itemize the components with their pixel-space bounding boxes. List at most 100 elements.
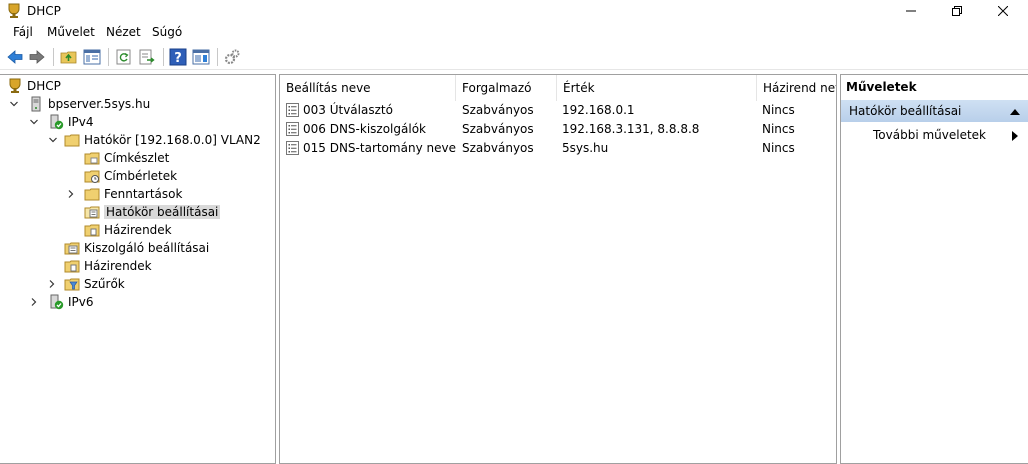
column-header-option-name[interactable]: Beállítás neve: [280, 75, 456, 101]
tree-node-policies[interactable]: Házirendek: [64, 257, 152, 275]
cell-policy: Nincs: [762, 141, 795, 155]
menu-help[interactable]: Súgó: [152, 25, 182, 39]
option-icon: [286, 141, 299, 155]
actions-section-scope-options[interactable]: Hatókör beállításai: [841, 100, 1028, 122]
folder-icon: [64, 134, 80, 147]
dhcp-app-icon: [8, 3, 20, 18]
folder-icon: [84, 188, 100, 201]
minimize-button[interactable]: [888, 0, 934, 22]
tree-node-dhcp[interactable]: DHCP: [7, 77, 61, 95]
tree-node-ipv4[interactable]: IPv4: [28, 113, 94, 131]
chevron-right-icon[interactable]: [28, 296, 40, 308]
options-list: Beállítás neve Forgalmazó Érték Házirend…: [279, 74, 837, 464]
cell-option-name: 003 Útválasztó: [303, 103, 393, 117]
actions-section-label: Hatókör beállításai: [849, 104, 962, 118]
export-list-icon[interactable]: [138, 48, 156, 66]
column-header-vendor[interactable]: Forgalmazó: [456, 75, 557, 101]
title-bar: DHCP: [0, 0, 1028, 22]
menu-view[interactable]: Nézet: [106, 25, 141, 39]
policies-icon: [64, 260, 80, 273]
address-pool-folder-icon: [84, 152, 100, 165]
tree-node-filters[interactable]: Szűrők: [46, 275, 125, 293]
actions-pane: Műveletek Hatókör beállításai További mű…: [840, 74, 1028, 464]
cell-policy: Nincs: [762, 122, 795, 136]
collapse-up-icon[interactable]: [1010, 108, 1020, 115]
chevron-down-icon[interactable]: [8, 98, 20, 110]
address-leases-clock-icon: [84, 170, 100, 183]
tree-node-address-pool[interactable]: Címkészlet: [84, 149, 169, 167]
up-folder-icon[interactable]: [60, 48, 78, 66]
tree-node-scope-policies[interactable]: Házirendek: [84, 221, 172, 239]
close-button[interactable]: [980, 0, 1026, 22]
cell-value: 5sys.hu: [562, 141, 609, 155]
tree-label: IPv4: [68, 115, 94, 129]
cell-policy: Nincs: [762, 103, 795, 117]
column-header-policy-name[interactable]: Házirend neve: [757, 75, 836, 101]
server-icon: [31, 96, 41, 112]
svg-text:?: ?: [174, 51, 182, 66]
chevron-right-icon[interactable]: [65, 188, 77, 200]
tree-label: Házirendek: [84, 259, 152, 273]
cell-vendor: Szabványos: [462, 141, 534, 155]
policies-icon: [84, 224, 100, 237]
forward-arrow-icon[interactable]: [28, 48, 46, 66]
tree-label: Házirendek: [104, 223, 172, 237]
console-tree: DHCP bpserver.5sys.hu IPv4 Hatókör [192.…: [0, 74, 276, 464]
tree-node-reservations[interactable]: Fenntartások: [65, 185, 182, 203]
minimize-icon: [906, 10, 916, 12]
show-hide-console-tree-icon[interactable]: [83, 48, 101, 66]
tree-node-server[interactable]: bpserver.5sys.hu: [8, 95, 150, 113]
cell-value: 192.168.3.131, 8.8.8.8: [562, 122, 700, 136]
more-actions-item[interactable]: További műveletek: [873, 128, 986, 142]
cell-vendor: Szabványos: [462, 122, 534, 136]
tree-label: Fenntartások: [104, 187, 183, 201]
refresh-icon[interactable]: [115, 48, 133, 66]
cell-value: 192.168.0.1: [562, 103, 635, 117]
option-icon: [286, 103, 299, 117]
filter-funnel-icon: [64, 278, 80, 291]
close-icon: [998, 6, 1008, 16]
tree-label: bpserver.5sys.hu: [48, 97, 151, 111]
cell-option-name: 015 DNS-tartomány neve: [303, 141, 456, 155]
tree-node-server-options[interactable]: Kiszolgáló beállításai: [64, 239, 209, 257]
tree-label: Szűrők: [84, 277, 125, 291]
tree-label: IPv6: [68, 295, 94, 309]
tree-node-address-leases[interactable]: Címbérletek: [84, 167, 177, 185]
window-title: DHCP: [27, 4, 61, 18]
tree-label: Hatókör [192.168.0.0] VLAN2: [84, 133, 261, 147]
scope-options-icon: [84, 206, 100, 219]
properties-gears-icon[interactable]: [223, 48, 241, 66]
restore-button[interactable]: [934, 0, 980, 22]
tree-node-scope-options[interactable]: Hatókör beállításai: [84, 203, 221, 221]
chevron-down-icon[interactable]: [28, 116, 40, 128]
menu-action[interactable]: Művelet: [47, 25, 95, 39]
chevron-down-icon[interactable]: [47, 134, 59, 146]
table-row[interactable]: 006 DNS-kiszolgálók Szabványos 192.168.3…: [280, 120, 836, 139]
tree-label: Címkészlet: [104, 151, 170, 165]
ipv4-check-icon: [50, 114, 64, 130]
toolbar: ?: [0, 43, 1028, 70]
table-row[interactable]: 003 Útválasztó Szabványos 192.168.0.1 Ni…: [280, 101, 836, 120]
tree-node-ipv6[interactable]: IPv6: [28, 293, 94, 311]
tree-label: Hatókör beállításai: [104, 205, 221, 219]
column-header-value[interactable]: Érték: [557, 75, 757, 101]
menu-bar: Fájl Művelet Nézet Súgó: [0, 22, 1028, 42]
server-options-icon: [64, 242, 80, 255]
show-hide-action-pane-icon[interactable]: [192, 48, 210, 66]
dhcp-trophy-icon: [9, 78, 21, 93]
option-icon: [286, 122, 299, 136]
back-arrow-icon[interactable]: [6, 48, 24, 66]
cell-option-name: 006 DNS-kiszolgálók: [303, 122, 426, 136]
cell-vendor: Szabványos: [462, 103, 534, 117]
restore-icon: [952, 6, 962, 16]
tree-label: Kiszolgáló beállításai: [84, 241, 210, 255]
ipv6-check-icon: [50, 294, 64, 310]
table-row[interactable]: 015 DNS-tartomány neve Szabványos 5sys.h…: [280, 139, 836, 158]
chevron-right-icon[interactable]: [46, 278, 58, 290]
tree-label: Címbérletek: [104, 169, 178, 183]
tree-node-scope[interactable]: Hatókör [192.168.0.0] VLAN2: [47, 131, 261, 149]
help-icon[interactable]: ?: [169, 48, 187, 66]
submenu-arrow-icon[interactable]: [1012, 131, 1018, 141]
menu-file[interactable]: Fájl: [13, 25, 33, 39]
more-actions-label: További műveletek: [873, 128, 987, 142]
